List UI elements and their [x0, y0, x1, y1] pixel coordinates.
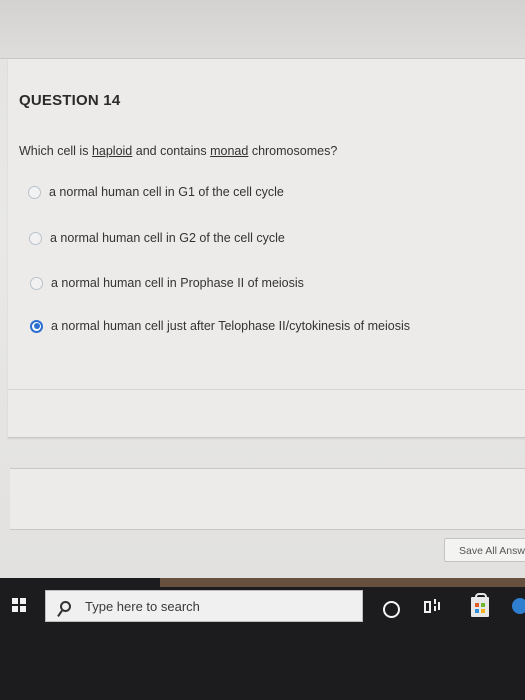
answer-option-1[interactable]: a normal human cell in G1 of the cell cy…	[28, 185, 284, 199]
monad-term: monad	[210, 144, 249, 158]
save-all-answers-button[interactable]: Save All Answ	[444, 538, 525, 562]
radio-button[interactable]	[30, 276, 43, 290]
radio-button[interactable]	[29, 231, 42, 245]
next-question-panel	[10, 468, 525, 530]
store-icon[interactable]	[471, 593, 489, 617]
answer-option-label: a normal human cell in G1 of the cell cy…	[49, 185, 284, 199]
answer-option-2[interactable]: a normal human cell in G2 of the cell cy…	[29, 231, 285, 245]
search-icon	[60, 600, 71, 612]
answer-option-4[interactable]: a normal human cell just after Telophase…	[30, 319, 410, 333]
answer-option-label: a normal human cell just after Telophase…	[51, 319, 410, 333]
answer-option-3[interactable]: a normal human cell in Prophase II of me…	[30, 276, 304, 290]
haploid-term: haploid	[91, 144, 133, 158]
divider	[8, 389, 525, 390]
top-toolbar-area	[0, 0, 525, 59]
question-text-part: chromosomes?	[248, 144, 338, 158]
windows-start-icon[interactable]	[12, 598, 26, 612]
question-title: QUESTION 14	[19, 92, 121, 109]
answer-option-label: a normal human cell in G2 of the cell cy…	[50, 231, 285, 245]
radio-button-selected[interactable]	[30, 319, 43, 333]
edge-icon[interactable]	[512, 598, 525, 614]
taskbar-search-input[interactable]: Type here to search	[45, 590, 363, 622]
answer-option-label: a normal human cell in Prophase II of me…	[51, 276, 304, 290]
question-text: Which cell is haploid and contains monad…	[19, 144, 337, 158]
search-placeholder: Type here to search	[85, 598, 200, 614]
cortana-icon[interactable]	[383, 601, 400, 618]
radio-button[interactable]	[28, 185, 41, 199]
browser-content: QUESTION 14 Which cell is haploid and co…	[0, 0, 525, 578]
question-text-part: Which cell is	[19, 144, 92, 158]
question-text-part: and contains	[132, 144, 211, 158]
task-view-icon[interactable]	[424, 599, 440, 615]
question-panel: QUESTION 14 Which cell is haploid and co…	[8, 58, 525, 438]
taskbar-highlight	[160, 578, 525, 587]
